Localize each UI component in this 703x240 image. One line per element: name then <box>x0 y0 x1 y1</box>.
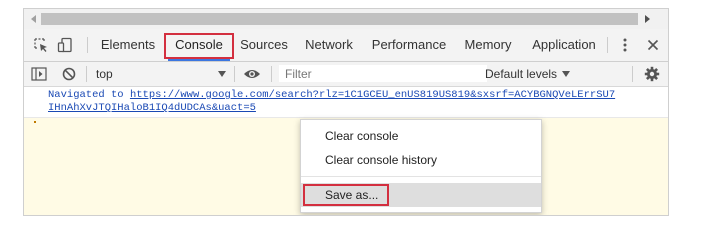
prompt-caret-icon <box>34 121 36 123</box>
clear-console-icon[interactable] <box>60 62 78 86</box>
eye-icon[interactable] <box>242 62 262 86</box>
navigated-url-link-continued[interactable]: IHnAhXvJTQIHaloB1IQ4dUDCAs&uact=5 <box>48 102 256 114</box>
device-toolbar-icon[interactable] <box>56 29 74 61</box>
context-menu: Clear console Clear console history Save… <box>300 119 542 213</box>
settings-gear-icon[interactable] <box>643 62 661 86</box>
toolbar-divider <box>86 66 87 82</box>
toolbar-divider <box>607 37 608 53</box>
horizontal-scrollbar[interactable] <box>24 9 668 29</box>
more-options-icon[interactable] <box>616 29 634 61</box>
log-levels-dropdown[interactable]: Default levels <box>485 62 557 86</box>
show-sidebar-icon[interactable] <box>30 62 48 86</box>
message-line: IHnAhXvJTQIHaloB1IQ4dUDCAs&uact=5 <box>48 102 256 114</box>
tab-network[interactable]: Network <box>300 29 358 61</box>
tab-console[interactable]: Console <box>164 29 234 61</box>
menu-divider <box>301 176 541 177</box>
tab-label: Application <box>532 37 596 52</box>
tab-sources[interactable]: Sources <box>235 29 293 61</box>
tab-label: Elements <box>100 37 156 52</box>
context-selector[interactable]: top <box>96 62 113 86</box>
tab-label: Memory <box>464 37 512 52</box>
active-tab-indicator <box>168 59 230 61</box>
tab-label: Network <box>305 37 353 52</box>
tab-label: Sources <box>240 37 288 52</box>
scrollbar-thumb[interactable] <box>41 13 638 25</box>
scroll-right-icon[interactable] <box>645 15 650 23</box>
message-line: Navigated to https://www.google.com/sear… <box>48 89 615 101</box>
tab-performance[interactable]: Performance <box>369 29 449 61</box>
scroll-left-icon[interactable] <box>31 15 36 23</box>
console-toolbar: top Default levels <box>24 62 668 87</box>
toolbar-divider <box>271 66 272 82</box>
navigated-prefix: Navigated to <box>48 89 124 101</box>
tab-label: Performance <box>371 37 447 52</box>
chevron-down-icon[interactable] <box>218 71 226 77</box>
menu-item-clear-console[interactable]: Clear console <box>301 124 541 148</box>
highlight-box <box>303 184 389 206</box>
toolbar-divider <box>632 66 633 82</box>
console-message: Navigated to https://www.google.com/sear… <box>24 87 668 118</box>
inspect-element-icon[interactable] <box>32 29 50 61</box>
menu-item-clear-console-history[interactable]: Clear console history <box>301 148 541 172</box>
devtools-panel: Elements Console Sources Network Perform… <box>23 8 669 216</box>
tab-application[interactable]: Application <box>527 29 601 61</box>
menu-item-label: Clear console history <box>325 153 438 167</box>
menu-item-label: Clear console <box>325 129 399 143</box>
close-icon[interactable] <box>644 29 662 61</box>
toolbar-divider <box>234 66 235 82</box>
filter-input[interactable] <box>279 65 487 82</box>
highlight-box <box>164 33 234 59</box>
navigated-url-link[interactable]: https://www.google.com/search?rlz=1C1GCE… <box>130 89 615 101</box>
chevron-down-icon[interactable] <box>562 71 570 77</box>
tab-memory[interactable]: Memory <box>460 29 516 61</box>
toolbar-divider <box>87 37 88 53</box>
devtools-tab-bar: Elements Console Sources Network Perform… <box>24 29 668 62</box>
tab-elements[interactable]: Elements <box>96 29 160 61</box>
